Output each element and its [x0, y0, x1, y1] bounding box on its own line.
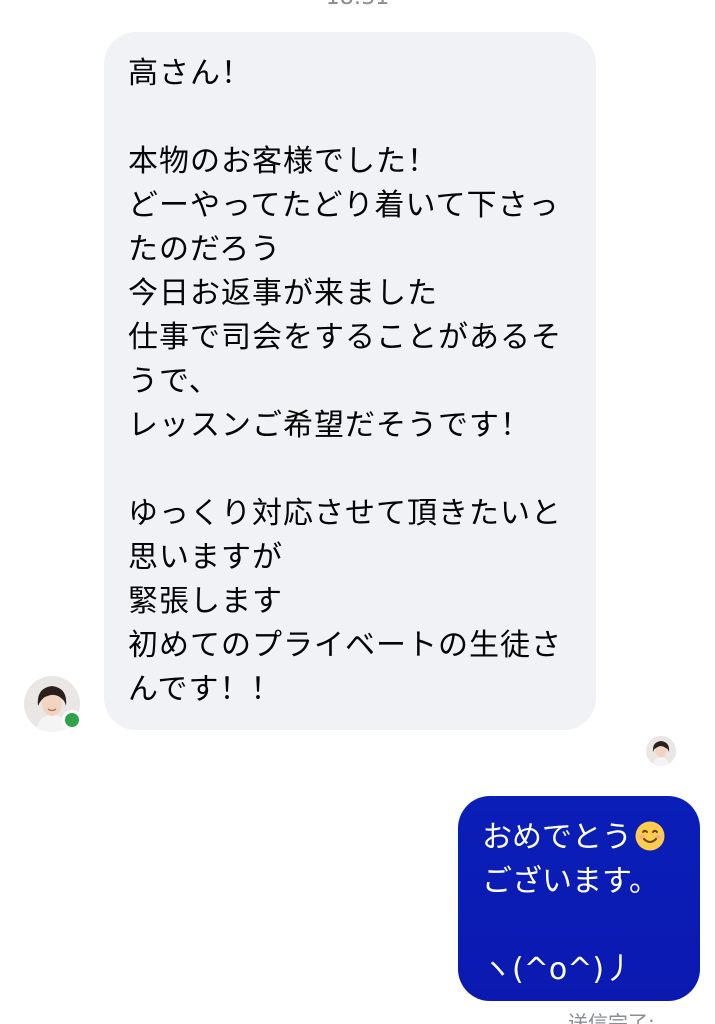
message-line: 本物のお客様でした！	[128, 144, 438, 179]
message-line: たのだろう	[128, 232, 282, 267]
message-line: ございます。	[482, 864, 659, 899]
message-line: ゆっくり対応させて頂きたいと	[128, 496, 562, 531]
message-line: 今日お返事が来ました	[128, 276, 438, 311]
message-line: 初めてのプライベートの生徒さ	[128, 628, 562, 663]
message-line: んです！！	[128, 672, 282, 707]
message-line: ヽ(^o^)丿	[482, 952, 635, 987]
incoming-message-bubble[interactable]: 高さん！ 本物のお客様でした！ どーやってたどり着いて下さっ たのだろう 今日お…	[104, 32, 596, 730]
message-line: うで、	[128, 364, 220, 399]
message-text: おめでとう	[482, 820, 632, 855]
message-line: 高さん！	[128, 56, 252, 91]
message-timestamp: 18:31	[0, 0, 715, 12]
smiling-face-emoji-icon	[635, 821, 665, 851]
online-status-dot	[62, 710, 82, 730]
message-line: 仕事で司会をすることがあるそ	[128, 320, 562, 355]
sender-avatar[interactable]	[24, 676, 82, 732]
seen-avatar-photo	[646, 736, 676, 766]
seen-receipt-avatar	[646, 736, 676, 766]
message-line: おめでとう	[482, 816, 682, 860]
message-line: 緊張します	[128, 584, 283, 619]
message-line: レッスンご希望だそうです！	[128, 408, 531, 443]
message-line: どーやってたどり着いて下さっ	[128, 188, 560, 223]
message-line: 思いますが	[128, 540, 283, 575]
outgoing-message-bubble[interactable]: おめでとう ございます。 ヽ(^o^)丿	[458, 796, 700, 1001]
delivery-status-text: 送信完了:	[568, 1011, 655, 1024]
chat-screen: 18:31 高さん！ 本物のお客様でした！ どーやってたどり着いて下さっ たのだ…	[0, 0, 715, 1024]
